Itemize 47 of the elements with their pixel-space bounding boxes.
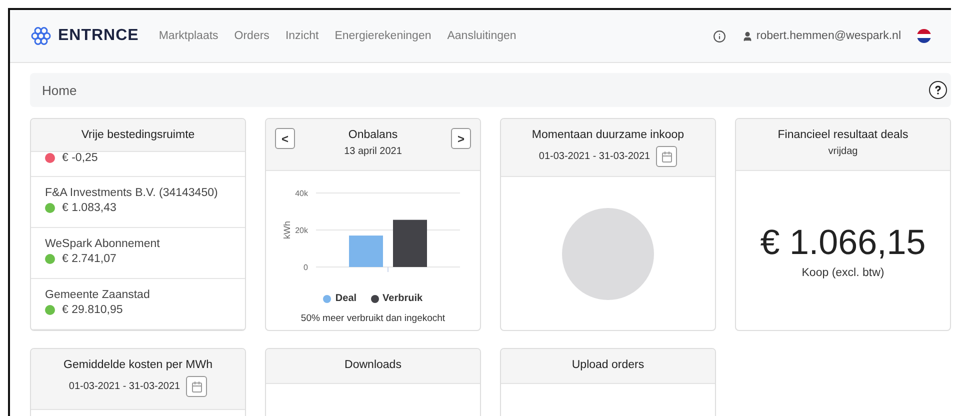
previous-button[interactable]: < [275, 128, 295, 149]
card-date: 13 april 2021 [344, 146, 402, 157]
axis-tick-label: 20k [295, 226, 308, 235]
amount: € -0,25 [62, 152, 98, 164]
amount: € 1.083,43 [62, 202, 116, 214]
nav-link[interactable]: Marktplaats [158, 30, 218, 42]
help-button[interactable] [929, 81, 947, 99]
axis-tick-label: 0 [304, 263, 308, 272]
card-title: Vrije bestedingsruimte [81, 129, 195, 141]
info-icon[interactable] [713, 30, 726, 42]
result-amount: € 1.066,15 [760, 222, 926, 262]
logo-icon [30, 25, 52, 47]
brand-name[interactable]: ENTRNCE [58, 27, 139, 45]
breadcrumb[interactable]: Home [42, 82, 77, 98]
calendar-icon [190, 380, 203, 392]
calendar-icon [660, 150, 673, 162]
account-name: WeSpark Abonnement [45, 238, 161, 250]
nav-link[interactable]: Energierekeningen [334, 30, 432, 42]
user-link[interactable]: robert.hemmen@wespark.nl [742, 30, 901, 42]
account-name: F&A Investments B.V. (34143450) [45, 187, 219, 200]
date-range: 01-03-2021 - 31-03-2021 [538, 151, 650, 162]
axis-title: kWh [282, 221, 292, 239]
date-range: 01-03-2021 - 31-03-2021 [68, 381, 180, 392]
card-title: Gemiddelde kosten per MWh [64, 359, 212, 371]
next-button[interactable]: > [451, 128, 471, 149]
chart-note: 50% meer verbruikt dan ingekocht [300, 313, 446, 324]
account-name: Gemeente Zaanstad [45, 289, 151, 302]
nav-link[interactable]: Inzicht [285, 30, 319, 42]
flag-icon[interactable] [917, 29, 931, 43]
calendar-button[interactable] [186, 376, 208, 397]
axis-tick-label: 40k [295, 189, 308, 198]
question-icon [933, 85, 943, 95]
card-title: Downloads [344, 359, 402, 371]
card-title: Onbalans [348, 129, 398, 141]
card-title: Upload orders [572, 359, 644, 371]
result-caption: Koop (excl. btw) [802, 266, 884, 278]
calendar-button[interactable] [656, 146, 678, 167]
user-icon [742, 30, 754, 42]
nav-link[interactable]: Orders [234, 30, 270, 42]
card-subtitle: vrijdag [828, 146, 858, 157]
amount: € 2.741,07 [62, 253, 116, 266]
legend-item[interactable]: Verbruik [370, 293, 423, 304]
card-title: Momentaan duurzame inkoop [532, 129, 684, 141]
legend-item[interactable]: Deal [323, 293, 357, 304]
amount: € 29.810,95 [62, 304, 123, 316]
nav-link[interactable]: Aansluitingen [447, 30, 516, 42]
card-title: Financieel resultaat deals [778, 129, 908, 141]
